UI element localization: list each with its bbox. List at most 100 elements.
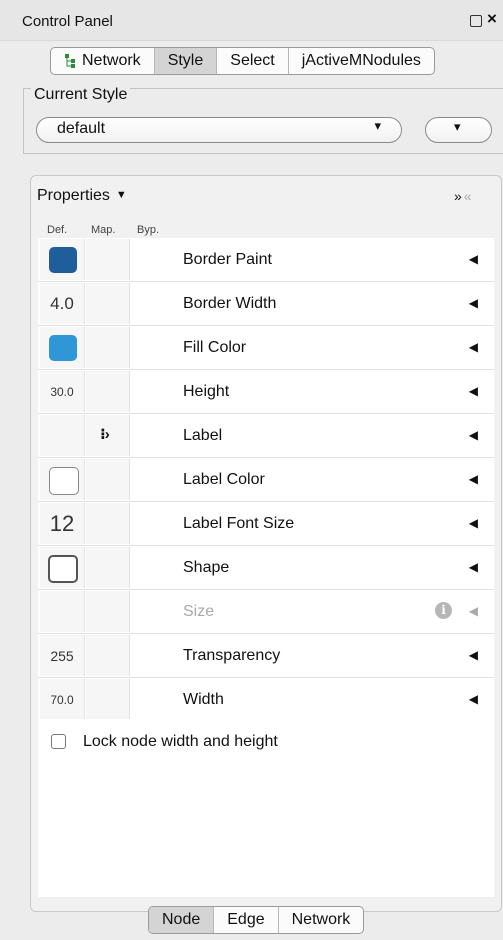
default-value-cell[interactable] bbox=[40, 327, 85, 368]
expand-arrow-icon[interactable]: ◀ bbox=[469, 604, 478, 618]
color-swatch bbox=[49, 247, 77, 273]
bypass-cell[interactable] bbox=[131, 415, 175, 456]
property-name: Fill Color bbox=[183, 339, 247, 356]
property-row-size[interactable]: Size i ◀ bbox=[38, 590, 494, 634]
default-value-cell[interactable] bbox=[40, 459, 85, 500]
title-bar: Control Panel × bbox=[0, 0, 503, 41]
property-name: Height bbox=[183, 383, 230, 400]
mapping-cell[interactable] bbox=[86, 459, 130, 500]
default-value-cell[interactable]: 70.0 bbox=[40, 679, 85, 720]
mapping-cell[interactable] bbox=[86, 327, 130, 368]
bypass-cell[interactable] bbox=[131, 635, 175, 676]
tab-network-label: Network bbox=[82, 52, 141, 69]
property-row-label[interactable]: ⁝› Label ◀ bbox=[38, 414, 494, 458]
window-title: Control Panel bbox=[22, 13, 113, 30]
mapping-cell[interactable] bbox=[86, 283, 130, 324]
expand-arrow-icon[interactable]: ◀ bbox=[469, 252, 478, 266]
mapping-cell[interactable] bbox=[86, 239, 130, 280]
expand-arrow-icon[interactable]: ◀ bbox=[469, 384, 478, 398]
properties-table: Border Paint ◀ 4.0 Border Width ◀ Fill C… bbox=[38, 238, 494, 722]
lock-size-row: Lock node width and height bbox=[38, 719, 494, 764]
round-rectangle-shape-icon bbox=[48, 555, 78, 583]
chevron-down-icon: ▾ bbox=[374, 118, 381, 133]
style-target-tabs: Node Edge Network bbox=[148, 906, 365, 934]
default-value-cell bbox=[40, 591, 85, 632]
property-row-shape[interactable]: Shape ◀ bbox=[38, 546, 494, 590]
property-row-border-paint[interactable]: Border Paint ◀ bbox=[38, 238, 494, 282]
tab-select-label: Select bbox=[230, 52, 275, 69]
property-name: Border Width bbox=[183, 295, 277, 312]
default-value-cell[interactable] bbox=[40, 239, 85, 280]
default-value-cell[interactable]: 12 bbox=[40, 503, 85, 544]
default-value-cell[interactable] bbox=[40, 415, 85, 456]
expand-arrow-icon[interactable]: ◀ bbox=[469, 296, 478, 310]
property-name: Size bbox=[183, 603, 215, 620]
restore-icon[interactable] bbox=[470, 15, 482, 27]
mapping-cell[interactable] bbox=[86, 371, 130, 412]
bypass-cell[interactable] bbox=[131, 239, 175, 280]
panel-tabs: Network Style Select jActiveMNodules bbox=[50, 47, 435, 75]
expand-all-icon[interactable]: » bbox=[454, 188, 464, 204]
style-options-button[interactable]: ▾ bbox=[425, 117, 492, 143]
style-dropdown[interactable]: default ▾ bbox=[36, 117, 402, 143]
tab-style[interactable]: Style bbox=[154, 48, 218, 74]
lock-size-label[interactable]: Lock node width and height bbox=[83, 733, 278, 751]
expand-arrow-icon[interactable]: ◀ bbox=[469, 560, 478, 574]
property-row-fill-color[interactable]: Fill Color ◀ bbox=[38, 326, 494, 370]
property-row-width[interactable]: 70.0 Width ◀ bbox=[38, 678, 494, 722]
network-tree-icon bbox=[65, 54, 75, 68]
collapse-all-icon[interactable]: « bbox=[464, 188, 474, 204]
property-row-border-width[interactable]: 4.0 Border Width ◀ bbox=[38, 282, 494, 326]
default-value-cell[interactable]: 30.0 bbox=[40, 371, 85, 412]
tab-network-style[interactable]: Network bbox=[279, 907, 364, 933]
properties-title: Properties bbox=[37, 187, 110, 204]
bypass-cell[interactable] bbox=[131, 371, 175, 412]
mapping-cell[interactable] bbox=[86, 503, 130, 544]
property-row-height[interactable]: 30.0 Height ◀ bbox=[38, 370, 494, 414]
property-row-label-color[interactable]: Label Color ◀ bbox=[38, 458, 494, 502]
chevron-down-icon: ▾ bbox=[454, 119, 461, 134]
mapping-cell[interactable] bbox=[86, 547, 130, 588]
property-name: Label Font Size bbox=[183, 515, 295, 532]
column-map: Map. bbox=[91, 224, 116, 236]
default-value: 70.0 bbox=[50, 693, 74, 707]
tab-select[interactable]: Select bbox=[217, 48, 289, 74]
tab-network[interactable]: Network bbox=[51, 48, 155, 74]
bypass-cell[interactable] bbox=[131, 459, 175, 500]
close-icon[interactable]: × bbox=[487, 9, 497, 29]
property-name: Label Color bbox=[183, 471, 265, 488]
property-row-label-font-size[interactable]: 12 Label Font Size ◀ bbox=[38, 502, 494, 546]
expand-arrow-icon[interactable]: ◀ bbox=[469, 648, 478, 662]
tab-node[interactable]: Node bbox=[149, 907, 215, 933]
tab-style-label: Style bbox=[167, 52, 204, 69]
mapping-cell[interactable] bbox=[86, 679, 130, 720]
bypass-cell[interactable] bbox=[131, 327, 175, 368]
properties-menu[interactable]: Properties ▼ bbox=[37, 187, 127, 205]
tab-edge[interactable]: Edge bbox=[214, 907, 279, 933]
expand-arrow-icon[interactable]: ◀ bbox=[469, 472, 478, 486]
property-row-transparency[interactable]: 255 Transparency ◀ bbox=[38, 634, 494, 678]
mapping-cell[interactable] bbox=[86, 635, 130, 676]
default-value-cell[interactable] bbox=[40, 547, 85, 588]
property-name: Width bbox=[183, 691, 224, 708]
bypass-cell[interactable] bbox=[131, 547, 175, 588]
default-value: 12 bbox=[49, 511, 75, 536]
expand-arrow-icon[interactable]: ◀ bbox=[469, 340, 478, 354]
info-icon[interactable]: i bbox=[435, 602, 452, 619]
bypass-cell[interactable] bbox=[131, 679, 175, 720]
expand-arrow-icon[interactable]: ◀ bbox=[469, 516, 478, 530]
passthrough-mapping-icon: ⁝› bbox=[100, 426, 110, 443]
expand-arrow-icon[interactable]: ◀ bbox=[469, 428, 478, 442]
expand-arrow-icon[interactable]: ◀ bbox=[469, 692, 478, 706]
mapping-cell[interactable]: ⁝› bbox=[86, 415, 130, 456]
property-name: Label bbox=[183, 427, 223, 444]
color-swatch bbox=[49, 335, 77, 361]
bypass-cell[interactable] bbox=[131, 503, 175, 544]
bypass-cell bbox=[131, 591, 175, 632]
default-value-cell[interactable]: 255 bbox=[40, 635, 85, 676]
lock-size-checkbox[interactable] bbox=[51, 734, 66, 749]
bypass-cell[interactable] bbox=[131, 283, 175, 324]
expand-collapse-controls: »« bbox=[454, 188, 474, 204]
tab-jactivemnodules[interactable]: jActiveMNodules bbox=[289, 48, 434, 74]
default-value-cell[interactable]: 4.0 bbox=[40, 283, 85, 324]
